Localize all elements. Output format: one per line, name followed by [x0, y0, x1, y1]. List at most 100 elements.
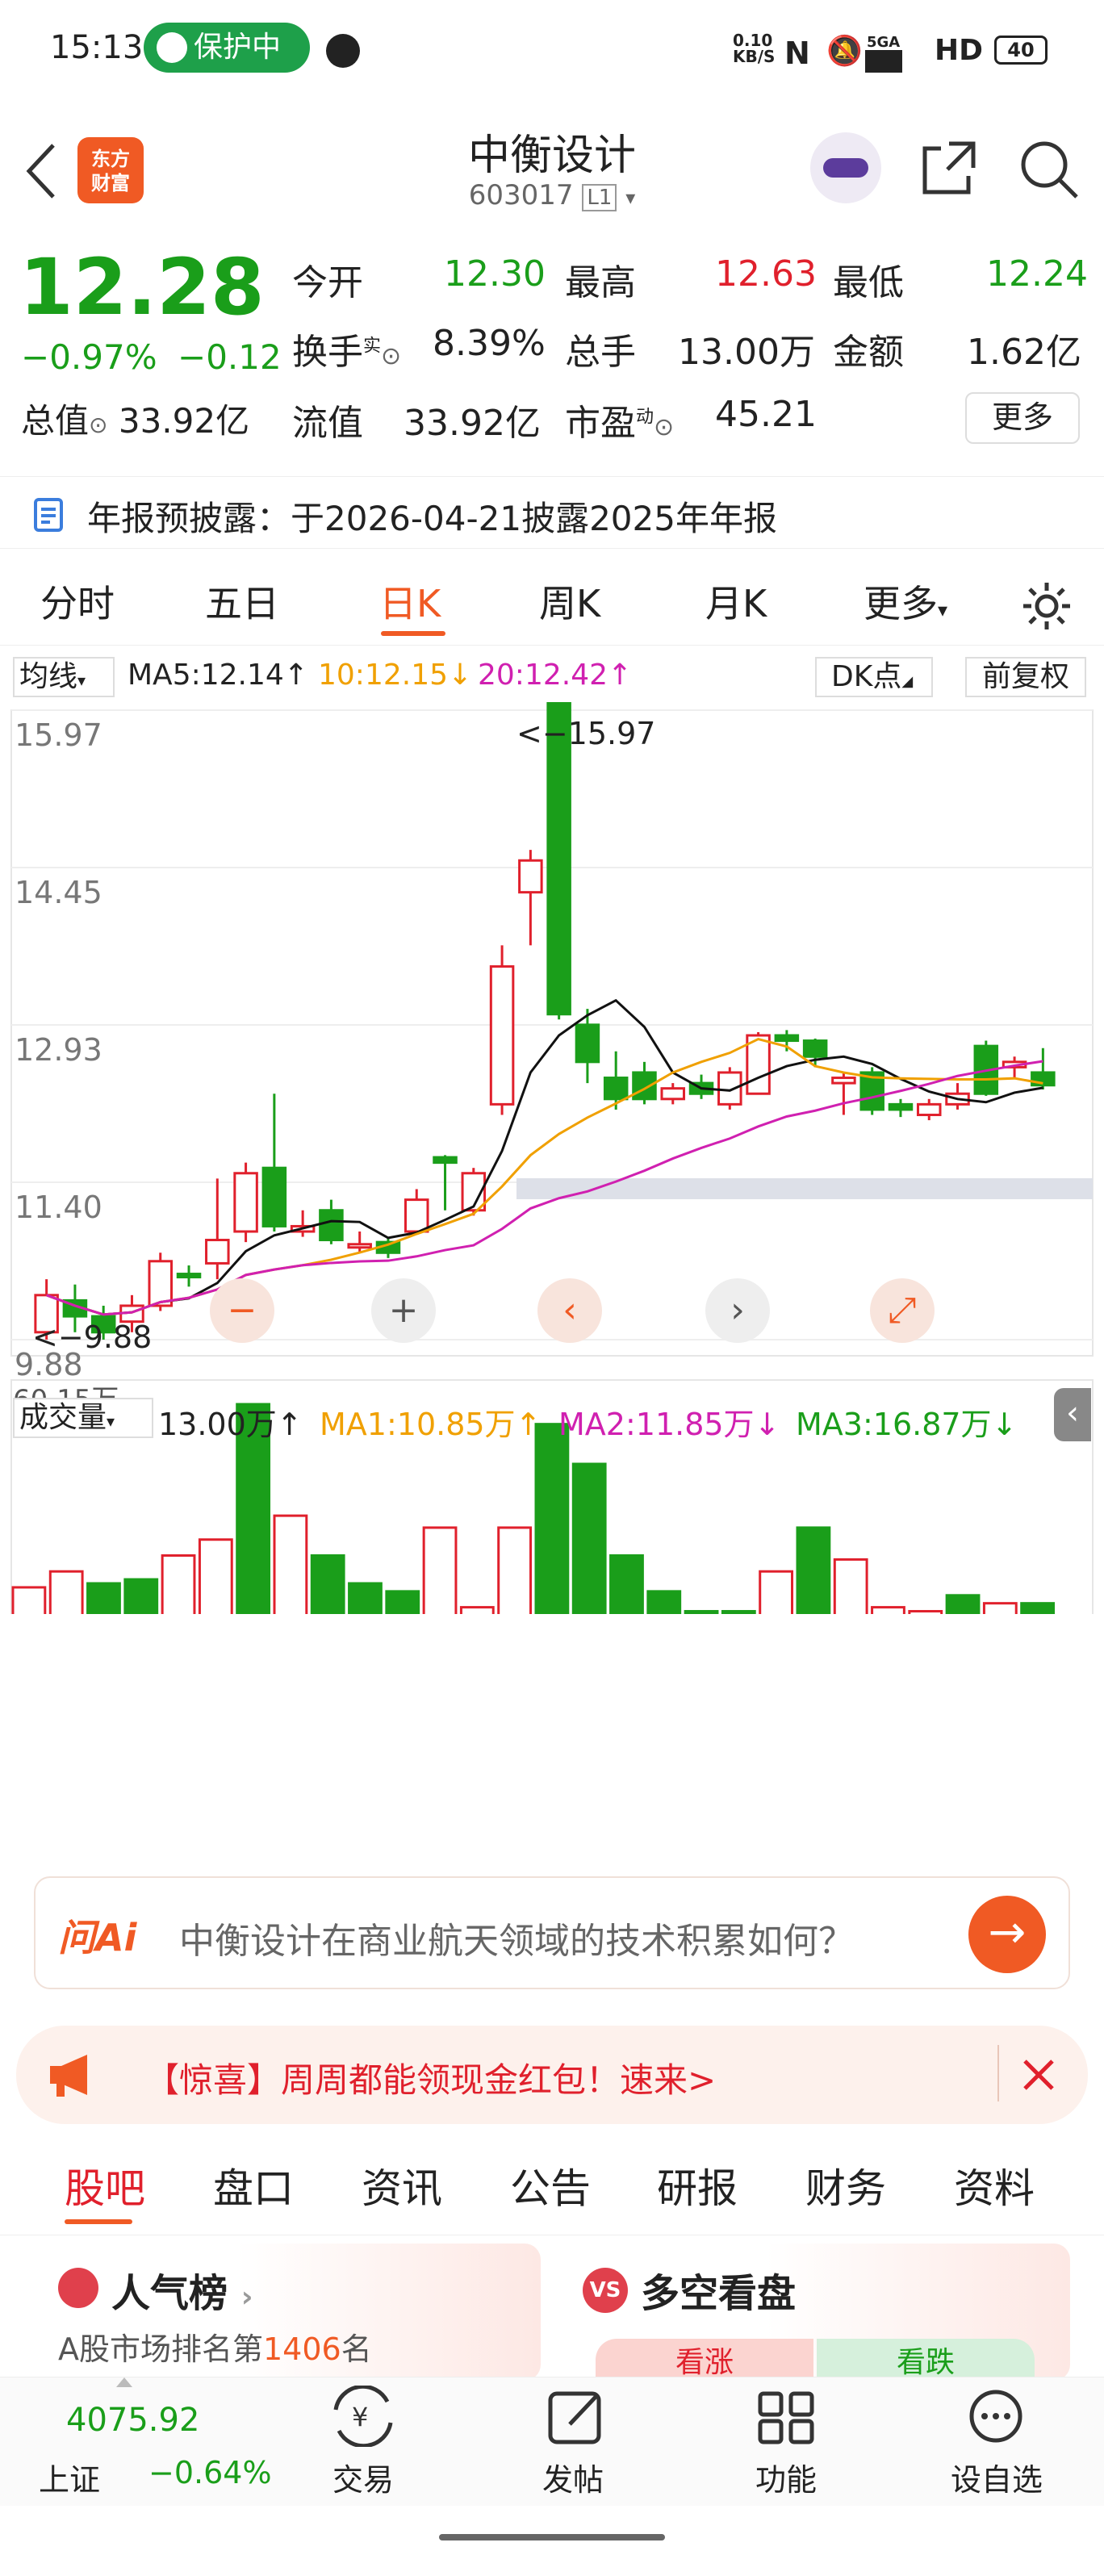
market-value: 总值⊙ 33.92亿	[21, 401, 250, 441]
pe-label: 市盈动⊙	[565, 403, 675, 444]
bull-bear-card[interactable]: VS 多空看盘 看涨 看跌	[563, 2244, 1070, 2381]
report-notice[interactable]: 年报预披露：于2026-04-21披露2025年年报	[0, 476, 1104, 549]
search-icon[interactable]	[1017, 137, 1081, 202]
volume-bar	[908, 1610, 943, 1614]
volume-bar	[646, 1590, 682, 1614]
turnover-label: 换手实⊙	[292, 332, 402, 373]
kline-chart[interactable]: 均线▾ MA5:12.14↑ 10:12.15↓ 20:12.42↑ DK点◢ …	[0, 646, 1104, 1614]
clock: 15:13	[50, 29, 144, 66]
protect-badge[interactable]: 保护中	[144, 23, 310, 73]
close-icon[interactable]	[1018, 2055, 1059, 2095]
tab-profile[interactable]: 资料	[954, 2156, 1035, 2214]
shield-icon	[157, 32, 187, 63]
tab-intraday[interactable]: 分时	[40, 575, 115, 628]
high-label: 最高	[565, 262, 636, 303]
min-price-label: <−9.88	[32, 1319, 152, 1355]
tab-daily-k[interactable]: 日K	[379, 575, 441, 628]
zoom-out-button-glyph: −	[228, 1290, 257, 1331]
share-icon[interactable]	[918, 137, 980, 199]
amount-label: 金额	[833, 332, 904, 373]
price-band	[516, 1178, 1093, 1199]
dk-point-selector[interactable]: DK点◢	[815, 657, 933, 697]
volume-bar	[945, 1594, 981, 1614]
watchlist-label[interactable]: 设自选	[951, 2455, 1043, 2499]
bull-button[interactable]: 看涨	[596, 2339, 813, 2381]
volume-value: 13.00万↑	[158, 1407, 303, 1442]
tab-orderbook[interactable]: 盘口	[213, 2156, 294, 2214]
candle-body	[518, 859, 543, 894]
low-label: 最低	[833, 262, 904, 303]
megaphone-icon	[50, 2055, 87, 2097]
section-tabs: 股吧 盘口 资讯 公告 研报 财务 资料	[0, 2131, 1104, 2235]
battery-icon: 40	[994, 36, 1048, 65]
trade-icon[interactable]: ¥	[328, 2384, 399, 2448]
tab-monthly-k[interactable]: 月K	[705, 575, 767, 628]
functions-label[interactable]: 功能	[755, 2455, 817, 2499]
collapse-panel-icon[interactable]: ‹	[1054, 1388, 1091, 1441]
candle-body	[319, 1209, 344, 1242]
candle-body	[261, 1166, 287, 1227]
watchlist-icon[interactable]	[965, 2386, 1030, 2447]
tab-forum[interactable]: 股吧	[65, 2156, 145, 2214]
hd-icon: HD	[935, 34, 984, 67]
kline-svg: 15.9714.4512.9311.409.88<−15.97<−9.88− + ‹…	[10, 702, 1094, 1614]
fullscreen-button-glyph: ⤢	[888, 1290, 916, 1331]
rank-text: A股市场排名第1406名	[58, 2331, 372, 2367]
pe-value: 45.21	[715, 394, 817, 435]
tab-news[interactable]: 资讯	[362, 2156, 442, 2214]
rank-title: 人气榜 ›	[111, 2271, 253, 2316]
float-value: 33.92亿	[404, 403, 541, 444]
back-icon[interactable]	[21, 139, 61, 203]
active-section-indicator	[65, 2219, 132, 2224]
tab-research[interactable]: 研报	[657, 2156, 738, 2214]
tab-finance[interactable]: 财务	[805, 2156, 886, 2214]
adjust-selector[interactable]: 前复权	[965, 657, 1086, 697]
high-value: 12.63	[715, 253, 817, 295]
candle-body	[660, 1087, 686, 1101]
ai-logo: 问Ai	[58, 1916, 137, 1959]
candle-body	[489, 965, 515, 1106]
ai-question-bar[interactable]: 问Ai 中衡设计在商业航天领域的技术积累如何？ →	[34, 1876, 1070, 1989]
index-name[interactable]: 上证	[39, 2455, 100, 2499]
volume-bar	[497, 1526, 533, 1614]
cards-row: 人气榜 › A股市场排名第1406名 VS 多空看盘 看涨 看跌	[0, 2244, 1104, 2381]
tab-announcements[interactable]: 公告	[510, 2156, 591, 2214]
post-icon[interactable]	[546, 2386, 610, 2447]
tab-five-day[interactable]: 五日	[205, 575, 279, 628]
assistant-avatar[interactable]	[810, 132, 881, 203]
bear-button[interactable]: 看跌	[817, 2339, 1035, 2381]
index-value: 4075.92	[66, 2402, 200, 2439]
volume-bar	[571, 1462, 607, 1614]
open-label: 今开	[292, 262, 363, 303]
post-label[interactable]: 发帖	[542, 2455, 604, 2499]
banner-text: 【惊喜】周周都能领现金红包！速来>	[145, 2060, 717, 2100]
volume-bar	[684, 1610, 719, 1614]
popularity-card[interactable]: 人气榜 › A股市场排名第1406名	[34, 2244, 541, 2381]
vol-ma1: MA1:10.85万↑	[320, 1407, 542, 1442]
settings-gear-icon[interactable]	[1018, 578, 1075, 634]
candle-body	[433, 1156, 458, 1165]
expand-arrow-icon[interactable]	[116, 2377, 132, 2387]
promo-banner[interactable]: 【惊喜】周周都能领现金红包！速来>	[16, 2026, 1088, 2124]
candle-body	[888, 1102, 914, 1111]
candle-body	[603, 1077, 629, 1101]
tab-weekly-k[interactable]: 周K	[539, 575, 600, 628]
more-button[interactable]: 更多	[965, 392, 1080, 444]
tab-more[interactable]: 更多▾	[864, 575, 947, 628]
price-tick: 15.97	[15, 717, 102, 753]
functions-icon[interactable]	[755, 2386, 820, 2447]
volume-selector[interactable]: 成交量▾	[13, 1398, 153, 1438]
amount-value: 1.62亿	[967, 332, 1081, 373]
ma-selector[interactable]: 均线▾	[13, 657, 115, 697]
ai-send-button[interactable]: →	[968, 1896, 1046, 1973]
ma10-value: 10:12.15↓	[318, 659, 473, 692]
volume-bar	[86, 1582, 121, 1614]
candle-body	[717, 1071, 742, 1106]
volume-bar	[123, 1578, 159, 1614]
volume-bar	[833, 1558, 868, 1614]
last-price: 12.28	[19, 242, 265, 332]
change-pct: −0.97%	[21, 337, 157, 377]
bottom-nav: 4075.92 上证 −0.64% ¥ 交易 发帖 功能 设自选	[0, 2377, 1104, 2506]
candle-body	[575, 1023, 600, 1064]
trade-label[interactable]: 交易	[332, 2455, 394, 2499]
